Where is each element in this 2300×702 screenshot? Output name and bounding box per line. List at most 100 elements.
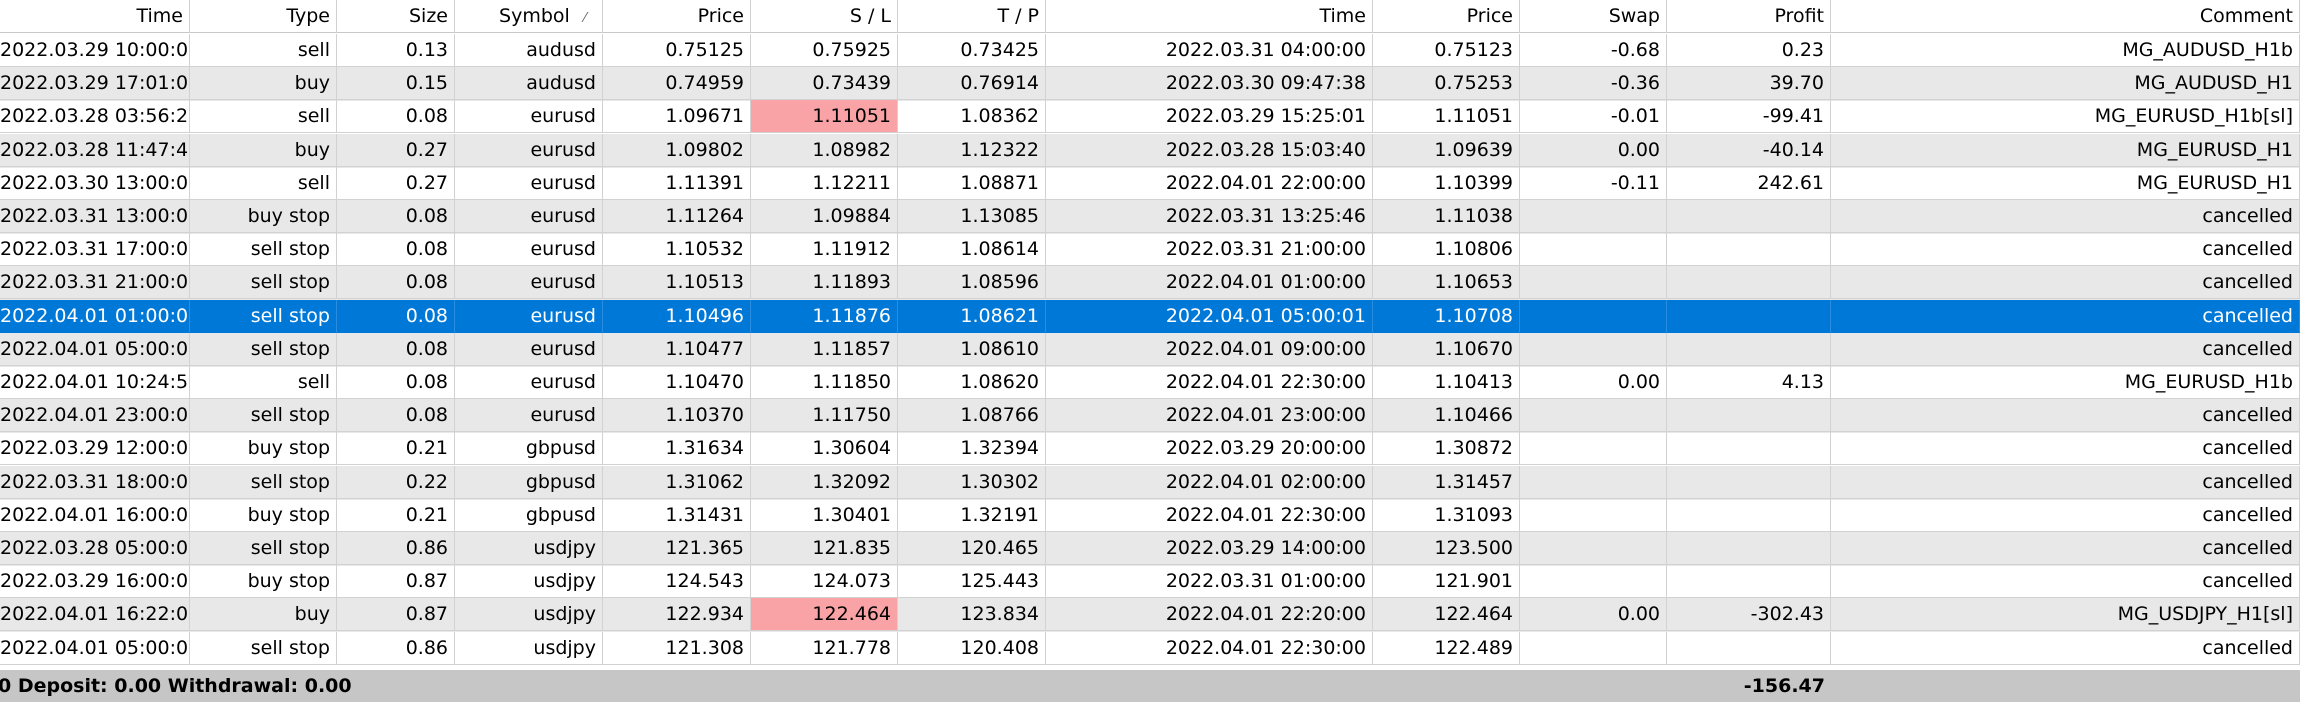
table-row[interactable]: 2022.03.30 13:00:08 sell 0.27 eurusd 1.11391… [0, 166, 2300, 201]
cell-sl: 124.073 [751, 565, 898, 599]
cell-size: 0.87 [337, 598, 455, 632]
cell-close-price: 1.31457 [1373, 465, 1520, 499]
cell-open-price: 1.11391 [603, 166, 751, 200]
cell-close-price: 0.75253 [1373, 67, 1520, 101]
cell-swap: 0.00 [1520, 598, 1667, 632]
column-header-comment[interactable]: Comment [1831, 0, 2300, 33]
column-header-label: Price [1466, 5, 1513, 27]
column-header-sl[interactable]: S / L [751, 0, 898, 33]
cell-tp: 1.12322 [898, 133, 1046, 167]
cell-profit: -302.43 [1667, 598, 1831, 632]
table-row[interactable]: 2022.04.01 16:22:03 buy 0.87 usdjpy 122.934 1… [0, 598, 2300, 633]
cell-symbol: eurusd [455, 233, 603, 267]
table-row[interactable]: 2022.04.01 05:00:01 sell stop 0.86 usdjpy 12… [0, 631, 2300, 666]
cell-comment: MG_AUDUSD_H1 [1831, 67, 2300, 101]
cell-open-price: 1.10370 [603, 399, 751, 433]
cell-comment: MG_EURUSD_H1 [1831, 166, 2300, 200]
cell-symbol: eurusd [455, 166, 603, 200]
cell-sl: 1.30604 [751, 432, 898, 466]
cell-open-price: 121.308 [603, 631, 751, 665]
column-header-label: Time [1319, 5, 1367, 27]
column-header-swap[interactable]: Swap [1520, 0, 1667, 33]
column-header-close-time[interactable]: Time [1046, 0, 1373, 33]
cell-open-price: 122.934 [603, 598, 751, 632]
cell-size: 0.27 [337, 133, 455, 167]
cell-close-price: 1.10806 [1373, 233, 1520, 267]
table-row[interactable]: 2022.03.31 21:00:00 sell stop 0.08 eurusd 1.… [0, 266, 2300, 301]
cell-close-time: 2022.03.29 20:00:00 [1046, 432, 1373, 466]
cell-sl: 122.464 [751, 598, 898, 632]
cell-open-time: 2022.03.29 17:01:05 [0, 67, 190, 101]
cell-tp: 1.30302 [898, 465, 1046, 499]
cell-swap [1520, 332, 1667, 366]
cell-close-time: 2022.03.29 15:25:01 [1046, 100, 1373, 134]
cell-open-time: 2022.04.01 05:00:01 [0, 332, 190, 366]
column-header-size[interactable]: Size [337, 0, 455, 33]
cell-profit: -40.14 [1667, 133, 1831, 167]
cell-open-price: 1.11264 [603, 200, 751, 233]
cell-swap: -0.11 [1520, 166, 1667, 200]
column-header-open-price[interactable]: Price [603, 0, 751, 33]
cell-sl: 0.75925 [751, 34, 898, 67]
cell-type: sell stop [190, 266, 337, 300]
cell-symbol: eurusd [455, 200, 603, 233]
cell-close-price: 1.11051 [1373, 100, 1520, 134]
column-header-profit[interactable]: Profit [1667, 0, 1831, 33]
column-header-type[interactable]: Type [190, 0, 337, 33]
cell-open-time: 2022.04.01 16:00:00 [0, 498, 190, 532]
cell-symbol: gbpusd [455, 465, 603, 499]
table-header: Time Type Size Symbol ⁄ Price S / L T / P Time Pr… [0, 0, 2300, 34]
table-row[interactable]: 2022.03.28 03:56:20 sell 0.08 eurusd 1.09671… [0, 100, 2300, 134]
table-row[interactable]: 2022.03.31 17:00:00 sell stop 0.08 eurusd 1.… [0, 233, 2300, 267]
cell-comment: cancelled [1831, 465, 2300, 499]
cell-comment: MG_USDJPY_H1[sl] [1831, 598, 2300, 632]
cell-close-price: 0.75123 [1373, 34, 1520, 67]
table-row-selected[interactable]: 2022.04.01 01:00:00 sell stop 0.08 eurusd 1.… [0, 299, 2300, 334]
table-row[interactable]: 2022.04.01 23:00:00 sell stop 0.08 eurusd 1.… [0, 399, 2300, 434]
column-header-label: Time [136, 5, 184, 27]
cell-size: 0.87 [337, 565, 455, 599]
column-header-tp[interactable]: T / P [898, 0, 1046, 33]
cell-comment: MG_EURUSD_H1b[sl] [1831, 100, 2300, 134]
table-row[interactable]: 2022.03.29 16:00:00 buy stop 0.87 usdjpy 124… [0, 565, 2300, 599]
balance-summary: 0 Deposit: 0.00 Withdrawal: 0.00 [0, 675, 352, 697]
cell-sl: 1.30401 [751, 498, 898, 532]
cell-swap: -0.01 [1520, 100, 1667, 134]
table-row[interactable]: 2022.04.01 10:24:59 sell 0.08 eurusd 1.10470… [0, 366, 2300, 400]
cell-type: sell stop [190, 332, 337, 366]
cell-sl: 1.11912 [751, 233, 898, 267]
cell-tp: 1.08871 [898, 166, 1046, 200]
cell-close-price: 123.500 [1373, 532, 1520, 565]
cell-open-price: 1.31431 [603, 498, 751, 532]
cell-open-price: 1.10470 [603, 366, 751, 399]
table-row[interactable]: 2022.04.01 16:00:00 buy stop 0.21 gbpusd 1.3… [0, 498, 2300, 533]
table-row[interactable]: 2022.03.29 12:00:01 buy stop 0.21 gbpusd 1.3… [0, 432, 2300, 466]
table-row[interactable]: 2022.03.29 10:00:00 sell 0.13 audusd 0.75125… [0, 34, 2300, 68]
column-header-open-time[interactable]: Time [0, 0, 190, 33]
cell-open-price: 0.74959 [603, 67, 751, 101]
cell-swap [1520, 465, 1667, 499]
cell-open-price: 1.31062 [603, 465, 751, 499]
cell-swap [1520, 498, 1667, 532]
column-header-label: Profit [1774, 5, 1824, 27]
cell-close-time: 2022.04.01 01:00:00 [1046, 266, 1373, 300]
cell-type: buy stop [190, 432, 337, 466]
table-row[interactable]: 2022.04.01 05:00:01 sell stop 0.08 eurusd 1.… [0, 332, 2300, 367]
cell-profit [1667, 532, 1831, 565]
cell-close-time: 2022.03.30 09:47:38 [1046, 67, 1373, 101]
table-row[interactable]: 2022.03.29 17:01:05 buy 0.15 audusd 0.74959 0… [0, 67, 2300, 102]
column-header-close-price[interactable]: Price [1373, 0, 1520, 33]
column-header-symbol[interactable]: Symbol ⁄ [455, 0, 603, 33]
cell-tp: 125.443 [898, 565, 1046, 599]
cell-comment: cancelled [1831, 200, 2300, 233]
cell-type: sell stop [190, 233, 337, 267]
cell-open-time: 2022.03.29 16:00:00 [0, 565, 190, 599]
table-row[interactable]: 2022.03.28 11:47:45 buy 0.27 eurusd 1.09802 1… [0, 133, 2300, 168]
column-header-label: S / L [849, 5, 891, 27]
trade-history-grid: Time Type Size Symbol ⁄ Price S / L T / P Time Pr… [0, 0, 2300, 702]
table-row[interactable]: 2022.03.31 13:00:00 buy stop 0.08 eurusd 1.1… [0, 200, 2300, 234]
table-row[interactable]: 2022.03.28 05:00:00 sell stop 0.86 usdjpy 12… [0, 532, 2300, 566]
cell-comment: MG_EURUSD_H1 [1831, 133, 2300, 167]
table-row[interactable]: 2022.03.31 18:00:00 sell stop 0.22 gbpusd 1.… [0, 465, 2300, 500]
cell-swap [1520, 233, 1667, 267]
